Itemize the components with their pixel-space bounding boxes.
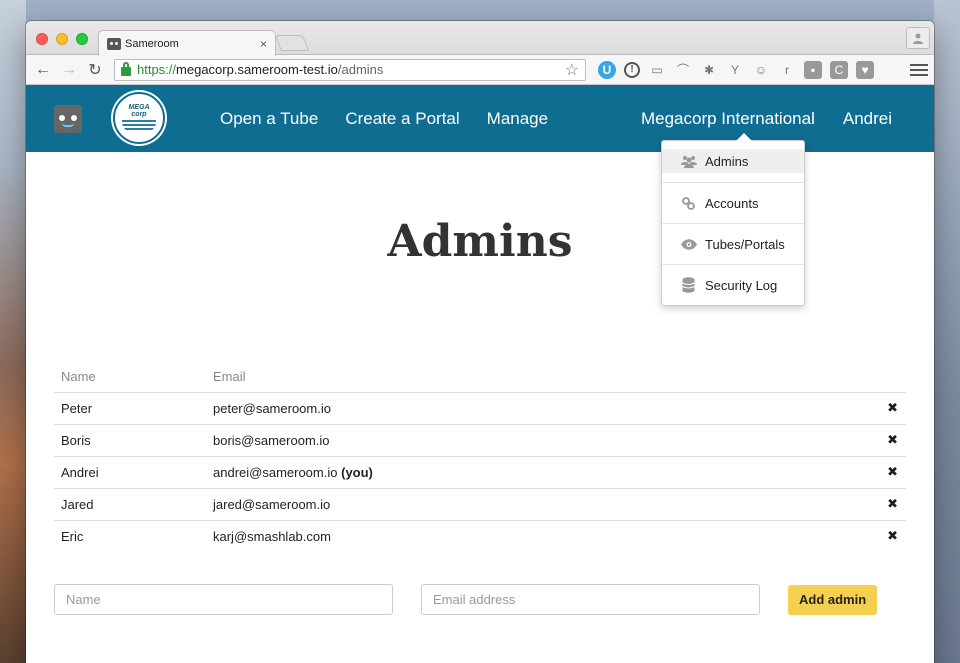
table-row: Jared jared@sameroom.io ✖	[54, 488, 906, 521]
person-icon	[913, 33, 923, 44]
cast-icon[interactable]: ▭	[648, 61, 666, 79]
extension-c-icon[interactable]: C	[830, 60, 848, 79]
eye-icon	[680, 238, 697, 250]
nav-create-portal[interactable]: Create a Portal	[345, 109, 459, 129]
header-delete	[876, 362, 906, 393]
browser-tab[interactable]: Sameroom ×	[98, 30, 276, 56]
zoom-window-button[interactable]	[76, 33, 88, 45]
url-path: /admins	[337, 62, 384, 77]
admin-email: andrei@sameroom.io (you)	[206, 456, 876, 489]
url-scheme: https://	[137, 62, 177, 77]
tab-close-icon[interactable]: ×	[260, 37, 267, 51]
nav-user-menu[interactable]: Andrei	[843, 109, 892, 129]
extension-react-icon[interactable]: ✱	[700, 61, 718, 79]
admin-name: Boris	[54, 424, 206, 457]
forward-button[interactable]: →	[58, 59, 80, 81]
sameroom-robot-logo-icon[interactable]	[54, 105, 82, 133]
remove-admin-icon[interactable]: ✖	[876, 392, 906, 425]
logo-text-top: MEGA	[128, 104, 150, 111]
table-row: Eric karj@smashlab.com ✖	[54, 520, 906, 552]
admins-table: Name Email Peter peter@sameroom.io ✖ Bor…	[54, 362, 906, 552]
admin-name: Eric	[61, 528, 84, 544]
link-icon	[680, 196, 697, 211]
database-icon	[680, 277, 697, 293]
megacorp-logo[interactable]: MEGA corp	[113, 92, 165, 144]
admin-email: boris@sameroom.io	[206, 424, 876, 457]
table-row: Andrei andrei@sameroom.io (you) ✖	[54, 456, 906, 489]
remove-admin-icon[interactable]: ✖	[876, 456, 906, 489]
new-tab-button[interactable]	[275, 35, 309, 51]
desktop-background-left	[0, 0, 26, 663]
logo-text-bottom: corp	[131, 111, 147, 118]
extension-y-icon[interactable]: Y	[726, 61, 744, 79]
admin-email: peter@sameroom.io	[206, 392, 876, 425]
dropdown-item-label: Security Log	[705, 277, 778, 293]
main-nav: Open a Tube Create a Portal Manage	[220, 85, 548, 152]
url-host: megacorp.sameroom-test.io	[176, 62, 338, 77]
profile-button[interactable]	[906, 27, 930, 49]
close-window-button[interactable]	[36, 33, 48, 45]
tab-title: Sameroom	[125, 37, 179, 50]
extension-square-icon[interactable]: ▪	[804, 60, 822, 79]
nav-org-menu[interactable]: Megacorp International	[641, 109, 815, 129]
browser-menu-icon[interactable]	[910, 63, 928, 76]
you-tag: (you)	[341, 464, 373, 480]
admin-name: Andrei	[54, 456, 206, 489]
extension-face-icon[interactable]: ☺	[752, 61, 770, 79]
remove-admin-icon[interactable]: ✖	[876, 488, 906, 521]
remove-admin-icon[interactable]: ✖	[876, 520, 906, 552]
nav-open-tube[interactable]: Open a Tube	[220, 109, 318, 129]
window-controls	[36, 33, 88, 45]
tab-strip: Sameroom ×	[26, 21, 934, 56]
dropdown-item-admins[interactable]: Admins	[662, 149, 804, 173]
remove-admin-icon[interactable]: ✖	[876, 424, 906, 457]
table-row: Boris boris@sameroom.io ✖	[54, 424, 906, 457]
table-header-row: Name Email	[54, 362, 906, 393]
reload-button[interactable]: ↻	[84, 59, 106, 81]
table-row: Peter peter@sameroom.io ✖	[54, 392, 906, 425]
dropdown-item-accounts[interactable]: Accounts	[662, 182, 804, 223]
minimize-window-button[interactable]	[56, 33, 68, 45]
add-admin-button[interactable]: Add admin	[788, 584, 878, 615]
extension-r-icon[interactable]: r	[778, 61, 796, 79]
reload-icon: ↻	[88, 61, 102, 79]
dropdown-item-tubes-portals[interactable]: Tubes/Portals	[662, 223, 804, 264]
extension-heart-icon[interactable]: ♥	[856, 60, 874, 79]
dropdown-item-security-log[interactable]: Security Log	[662, 264, 804, 305]
lock-icon	[121, 61, 131, 76]
address-bar[interactable]: https://megacorp.sameroom-test.io/admins…	[114, 58, 586, 81]
desktop-background-right	[934, 0, 960, 663]
extension-rainbow-icon[interactable]: ⌒	[674, 61, 692, 79]
admin-name: Peter	[54, 392, 206, 425]
users-icon	[680, 155, 697, 168]
admin-name: Jared	[54, 488, 206, 521]
dropdown-item-label: Admins	[705, 153, 749, 169]
sameroom-favicon-icon	[107, 37, 121, 50]
logo-waves-icon	[122, 120, 156, 132]
forward-arrow-icon: →	[61, 60, 77, 78]
header-email: Email	[206, 362, 876, 393]
dropdown-item-label: Tubes/Portals	[705, 236, 785, 252]
name-input[interactable]	[54, 584, 393, 615]
back-button[interactable]: ←	[32, 59, 54, 81]
extension-u-icon[interactable]: U	[598, 60, 616, 79]
admin-email: karj@smashlab.com	[213, 528, 331, 544]
admin-email: jared@sameroom.io	[206, 488, 876, 521]
extension-info-icon[interactable]: !	[624, 61, 640, 78]
extension-icons: U ! ▭ ⌒ ✱ Y ☺ r ▪ C ♥	[598, 60, 874, 79]
email-input[interactable]	[421, 584, 760, 615]
dropdown-item-label: Accounts	[705, 195, 759, 211]
header-name: Name	[54, 362, 206, 393]
browser-window: Sameroom × ← → ↻ https://megacorp.samero…	[26, 21, 934, 663]
bookmark-star-icon[interactable]: ☆	[565, 60, 579, 80]
org-dropdown-menu: Admins Accounts Tubes/Portals Security L…	[661, 133, 805, 306]
browser-toolbar: ← → ↻ https://megacorp.sameroom-test.io /…	[26, 55, 934, 85]
nav-manage[interactable]: Manage	[487, 109, 548, 129]
add-admin-form: Add admin	[54, 584, 878, 615]
back-arrow-icon: ←	[35, 60, 51, 78]
